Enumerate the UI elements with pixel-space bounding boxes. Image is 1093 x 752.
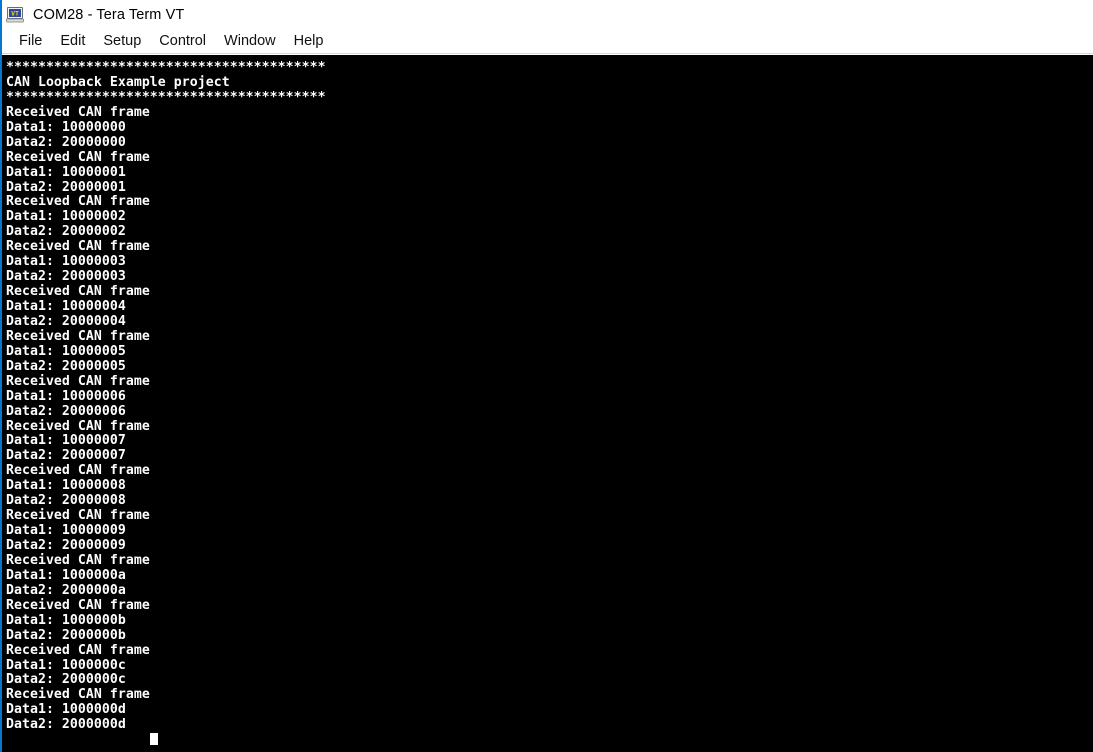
menubar: File Edit Setup Control Window Help [2, 30, 1093, 54]
window-title: COM28 - Tera Term VT [33, 7, 185, 23]
terminal-line: Data2: 20000007 [6, 448, 126, 464]
terminal-line: Data2: 20000002 [6, 224, 126, 240]
svg-text:VT: VT [11, 10, 19, 18]
terminal-line: Data1: 1000000d [6, 702, 126, 718]
terminal-line: Data2: 2000000a [6, 582, 126, 598]
terminal-line: Data2: 20000005 [6, 358, 126, 374]
terminal-vt-icon: VT [6, 6, 24, 24]
terminal-line: Data1: 10000003 [6, 254, 126, 270]
menu-item-window[interactable]: Window [215, 32, 285, 51]
terminal-line: Data1: 10000008 [6, 478, 126, 494]
terminal-line: Data1: 10000002 [6, 209, 126, 225]
terminal-line: Received CAN frame [6, 552, 150, 568]
terminal-line: Received CAN frame [6, 642, 150, 658]
terminal-line: Received CAN frame [6, 328, 150, 344]
menu-item-file[interactable]: File [10, 32, 51, 51]
menu-item-control[interactable]: Control [150, 32, 215, 51]
terminal-line: Data2: 20000004 [6, 313, 126, 329]
terminal-line: Data2: 2000000c [6, 672, 126, 688]
terminal-line: Data2: 20000000 [6, 134, 126, 150]
terminal-line: Received CAN frame [6, 463, 150, 479]
menu-item-help[interactable]: Help [285, 32, 333, 51]
terminal-cursor-line [6, 733, 1093, 748]
terminal-line: Data1: 10000007 [6, 433, 126, 449]
terminal-line: Received CAN frame [6, 194, 150, 210]
terminal-line: Data1: 1000000a [6, 567, 126, 583]
terminal-line: Data2: 20000003 [6, 269, 126, 285]
terminal-line: Data1: 10000004 [6, 299, 126, 314]
terminal-line: Received CAN frame [6, 149, 150, 165]
terminal-line: Data1: 10000006 [6, 388, 126, 404]
terminal-line: Data1: 10000009 [6, 523, 126, 539]
terminal-line: Received CAN frame [6, 508, 150, 524]
terminal-line: Data1: 10000001 [6, 164, 126, 180]
terminal-line: Received CAN frame [6, 373, 150, 389]
terminal-screen[interactable]: ****************************************… [2, 55, 1093, 752]
terminal-line: Data2: 20000001 [6, 179, 126, 195]
terminal-line: CAN Loopback Example project [6, 74, 230, 90]
terminal-line: Received CAN frame [6, 597, 150, 613]
terminal-line: Data1: 1000000b [6, 612, 126, 628]
terminal-line: Data2: 20000006 [6, 403, 126, 419]
terminal-line: Received CAN frame [6, 104, 150, 120]
terminal-line: Data1: 10000000 [6, 119, 126, 135]
terminal-line: Data2: 2000000d [6, 717, 126, 733]
terminal-output: ****************************************… [2, 55, 1093, 748]
titlebar[interactable]: VT COM28 - Tera Term VT [2, 0, 1093, 30]
terminal-line: Received CAN frame [6, 284, 150, 300]
menu-item-edit[interactable]: Edit [51, 32, 94, 51]
terminal-line: Data2: 20000009 [6, 538, 126, 553]
terminal-line: Data1: 10000005 [6, 343, 126, 359]
terminal-line: **************************************** [6, 89, 326, 105]
terminal-line: Data2: 2000000b [6, 627, 126, 643]
terminal-line: Data1: 1000000c [6, 657, 126, 673]
terminal-line: Data2: 20000008 [6, 493, 126, 509]
menu-item-setup[interactable]: Setup [94, 32, 150, 51]
terminal-cursor [149, 733, 158, 746]
terminal-line: Received CAN frame [6, 687, 150, 703]
terminal-line: Received CAN frame [6, 239, 150, 255]
tera-term-window: VT COM28 - Tera Term VT File Edit Setup … [0, 0, 1093, 752]
terminal-line: Received CAN frame [6, 418, 150, 434]
terminal-line: **************************************** [6, 60, 326, 75]
